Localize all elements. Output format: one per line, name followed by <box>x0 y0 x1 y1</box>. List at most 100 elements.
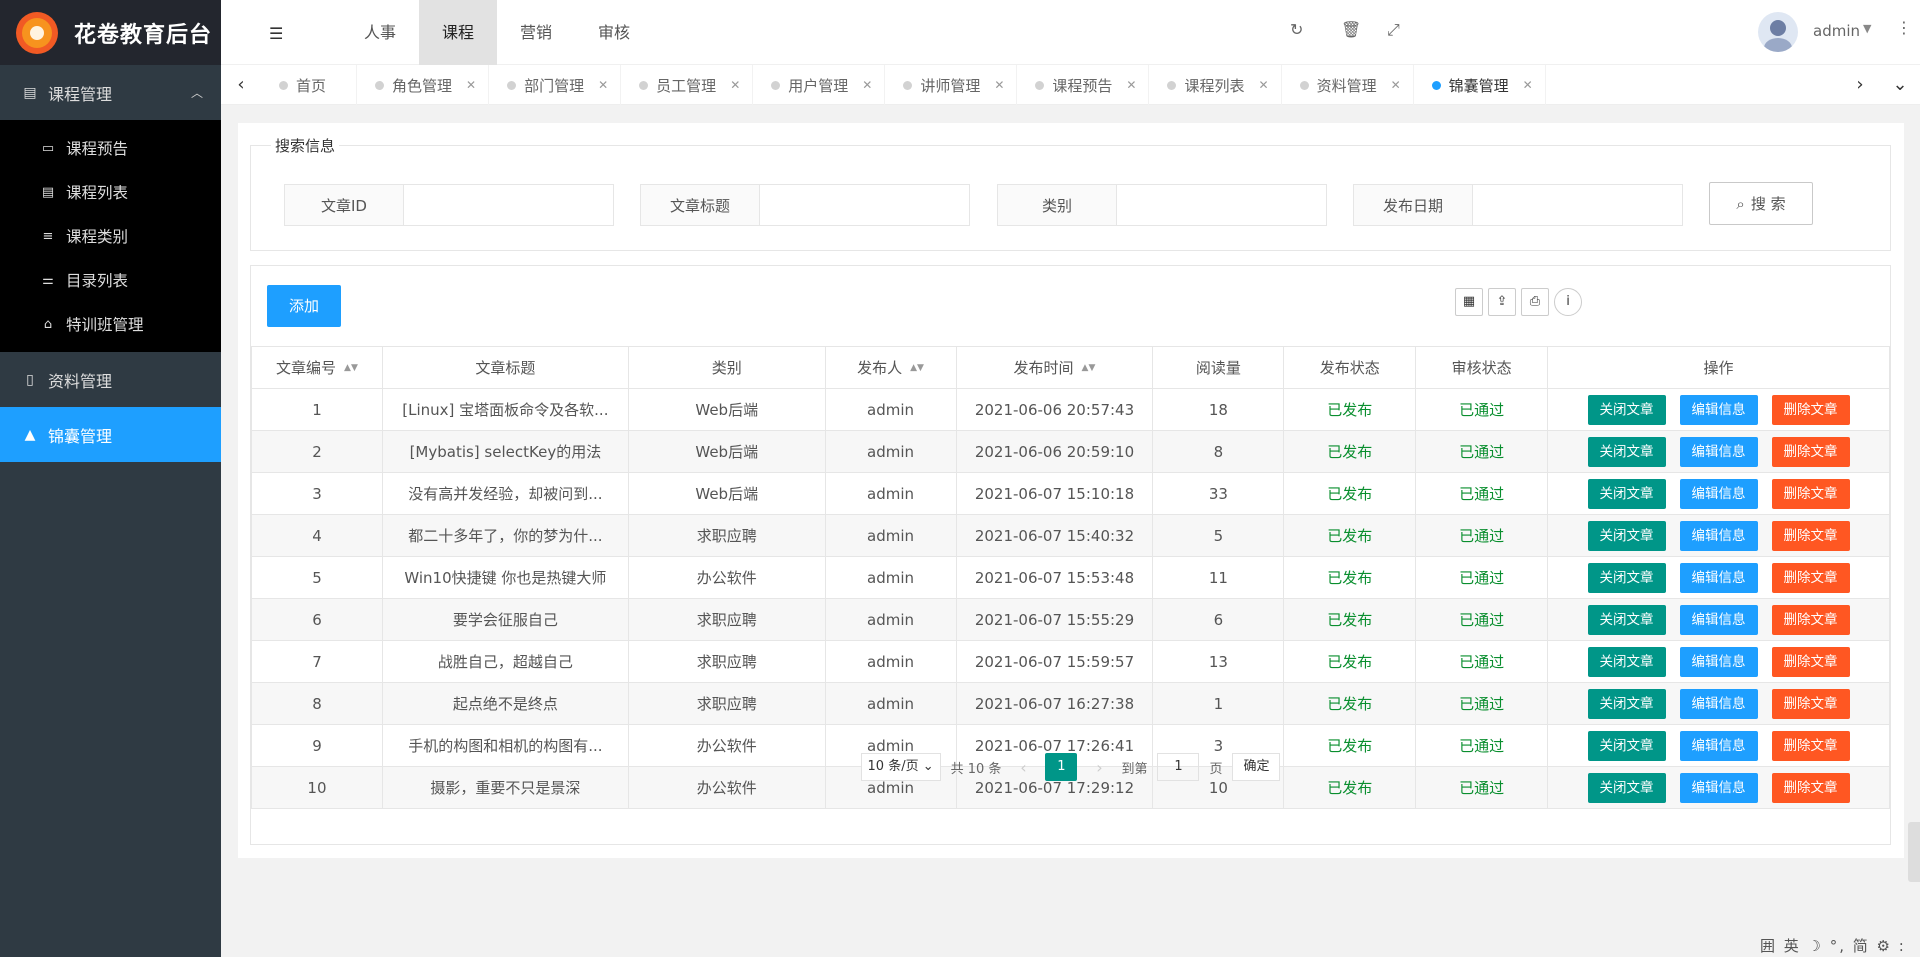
print-icon[interactable]: ⎙ <box>1521 288 1549 316</box>
edit-info-button[interactable]: 编辑信息 <box>1679 394 1758 425</box>
info-icon[interactable]: i <box>1554 288 1582 316</box>
sort-icon[interactable]: ▲▼ <box>910 364 924 373</box>
sort-icon[interactable]: ▲▼ <box>1082 364 1096 373</box>
close-icon[interactable]: ✕ <box>1391 78 1401 92</box>
tab-item[interactable]: 部门管理 ✕ <box>489 65 622 105</box>
menu-toggle-icon[interactable]: ☰ <box>269 24 283 43</box>
category-input[interactable] <box>1117 184 1327 226</box>
article-id-input[interactable] <box>404 184 614 226</box>
close-icon[interactable]: ✕ <box>1259 78 1269 92</box>
table-cell: [Linux] 宝塔面板命令及各软... <box>381 388 629 431</box>
tabs-dropdown-icon[interactable]: ⌄ <box>1880 65 1920 105</box>
table-cell: 2021-06-07 16:27:38 <box>955 682 1154 725</box>
sidebar-subitem-3[interactable]: ⚌ 目录列表 <box>0 258 221 302</box>
sidebar-item-2[interactable]: ▲ 锦囊管理 <box>0 407 221 462</box>
tab-item[interactable]: 用户管理 ✕ <box>753 65 886 105</box>
export-icon[interactable]: ⇪ <box>1488 288 1516 316</box>
edit-info-button[interactable]: 编辑信息 <box>1679 520 1758 551</box>
page-size-select[interactable]: 10 条/页 ⌄ <box>860 753 941 781</box>
edit-info-button[interactable]: 编辑信息 <box>1679 646 1758 677</box>
tab-item[interactable]: 锦囊管理 ✕ <box>1414 65 1546 105</box>
tab-item[interactable]: 资料管理 ✕ <box>1282 65 1414 105</box>
side-grip-handle[interactable] <box>1908 822 1920 882</box>
close-icon[interactable]: ✕ <box>994 78 1004 92</box>
column-header[interactable]: 发布人 ▲▼ <box>824 346 957 389</box>
close-icon[interactable]: ✕ <box>1126 78 1136 92</box>
avatar[interactable] <box>1758 12 1798 52</box>
sidebar-item-1[interactable]: ▯ 资料管理 <box>0 352 221 407</box>
edit-info-button[interactable]: 编辑信息 <box>1679 562 1758 593</box>
close-article-button[interactable]: 关闭文章 <box>1587 646 1666 677</box>
tab-bar: ‹ 首页 角色管理 ✕ 部门管理 ✕ 员工管理 ✕ 用户管理 ✕ 讲师管理 ✕ 课程预告 ✕ 课程列表 ✕ 资… <box>221 65 1920 105</box>
fullscreen-icon[interactable]: ⤢ <box>1387 20 1400 40</box>
sidebar-subitem-4[interactable]: ⌂ 特训班管理 <box>0 302 221 346</box>
more-options-icon[interactable]: ⋮ <box>1896 18 1912 37</box>
refresh-icon[interactable]: ↻ <box>1290 20 1303 39</box>
delete-article-button[interactable]: 删除文章 <box>1771 646 1850 677</box>
tab-item[interactable]: 首页 <box>261 65 358 105</box>
close-article-button[interactable]: 关闭文章 <box>1587 436 1666 467</box>
ime-toolbar[interactable]: 囲 英 ☽ °, 简 ⚙ : <box>1760 935 1906 956</box>
table-cell: 2021-06-07 15:10:18 <box>955 472 1154 515</box>
sidebar-subitem-0[interactable]: ▭ 课程预告 <box>0 126 221 170</box>
topnav-item[interactable]: 营销 <box>497 0 575 65</box>
close-article-button[interactable]: 关闭文章 <box>1587 562 1666 593</box>
sidebar-item-0[interactable]: ▤ 课程管理 ︿ <box>0 65 221 120</box>
edit-info-button[interactable]: 编辑信息 <box>1679 436 1758 467</box>
delete-article-button[interactable]: 删除文章 <box>1771 562 1850 593</box>
sidebar-subitem-1[interactable]: ▤ 课程列表 <box>0 170 221 214</box>
tab-item[interactable]: 讲师管理 ✕ <box>885 65 1018 105</box>
close-article-button[interactable]: 关闭文章 <box>1587 688 1666 719</box>
delete-article-button[interactable]: 删除文章 <box>1771 604 1850 635</box>
top-header: ☰ 人事 课程 营销 审核 ↻ 🗑 ⤢ admin ▼ ⋮ <box>221 0 1920 65</box>
user-name[interactable]: admin <box>1813 22 1860 40</box>
tab-item[interactable]: 员工管理 ✕ <box>621 65 754 105</box>
add-button[interactable]: 添加 <box>267 285 341 327</box>
sort-icon[interactable]: ▲▼ <box>344 364 358 373</box>
edit-info-button[interactable]: 编辑信息 <box>1679 478 1758 509</box>
next-page-icon[interactable]: › <box>1087 758 1111 777</box>
tab-label: 角色管理 <box>392 76 453 95</box>
columns-icon[interactable]: ▦ <box>1455 288 1483 316</box>
close-icon[interactable]: ✕ <box>1523 78 1533 92</box>
bank-icon: ⌂ <box>43 316 53 332</box>
close-article-button[interactable]: 关闭文章 <box>1587 394 1666 425</box>
edit-info-button[interactable]: 编辑信息 <box>1679 604 1758 635</box>
sidebar-subitem-2[interactable]: ≡ 课程类别 <box>0 214 221 258</box>
close-article-button[interactable]: 关闭文章 <box>1587 478 1666 509</box>
tabs-prev-icon[interactable]: ‹ <box>221 65 261 105</box>
tabs-next-icon[interactable]: › <box>1840 65 1880 105</box>
delete-article-button[interactable]: 删除文章 <box>1771 688 1850 719</box>
close-article-button[interactable]: 关闭文章 <box>1587 604 1666 635</box>
article-title-input[interactable] <box>760 184 970 226</box>
close-icon[interactable]: ✕ <box>862 78 872 92</box>
close-article-button[interactable]: 关闭文章 <box>1587 520 1666 551</box>
chevron-up-icon[interactable]: ︿ <box>191 84 203 101</box>
topnav-item[interactable]: 审核 <box>575 0 653 65</box>
topnav-item[interactable]: 课程 <box>419 0 497 65</box>
goto-confirm-button[interactable]: 确定 <box>1232 753 1281 781</box>
tab-item[interactable]: 课程列表 ✕ <box>1149 65 1282 105</box>
current-page[interactable]: 1 <box>1045 753 1078 781</box>
publish-date-input[interactable] <box>1473 184 1683 226</box>
close-icon[interactable]: ✕ <box>598 78 608 92</box>
prev-page-icon[interactable]: ‹ <box>1011 758 1035 777</box>
close-icon[interactable]: ✕ <box>730 78 740 92</box>
trash-icon[interactable]: 🗑 <box>1341 20 1361 39</box>
column-header[interactable]: 发布时间 ▲▼ <box>955 346 1154 389</box>
edit-info-button[interactable]: 编辑信息 <box>1679 688 1758 719</box>
topnav-item[interactable]: 人事 <box>341 0 419 65</box>
tab-item[interactable]: 课程预告 ✕ <box>1017 65 1150 105</box>
delete-article-button[interactable]: 删除文章 <box>1771 478 1850 509</box>
goto-page-input[interactable]: 1 <box>1157 753 1200 781</box>
search-button[interactable]: ⌕ 搜 索 <box>1709 182 1813 225</box>
delete-article-button[interactable]: 删除文章 <box>1771 394 1850 425</box>
column-header-label: 审核状态 <box>1451 359 1512 377</box>
chevron-down-icon[interactable]: ▼ <box>1863 22 1871 35</box>
delete-article-button[interactable]: 删除文章 <box>1771 436 1850 467</box>
table-cell: admin <box>824 682 957 725</box>
tab-item[interactable]: 角色管理 ✕ <box>357 65 490 105</box>
close-icon[interactable]: ✕ <box>466 78 476 92</box>
column-header[interactable]: 文章编号 ▲▼ <box>251 346 383 389</box>
delete-article-button[interactable]: 删除文章 <box>1771 520 1850 551</box>
